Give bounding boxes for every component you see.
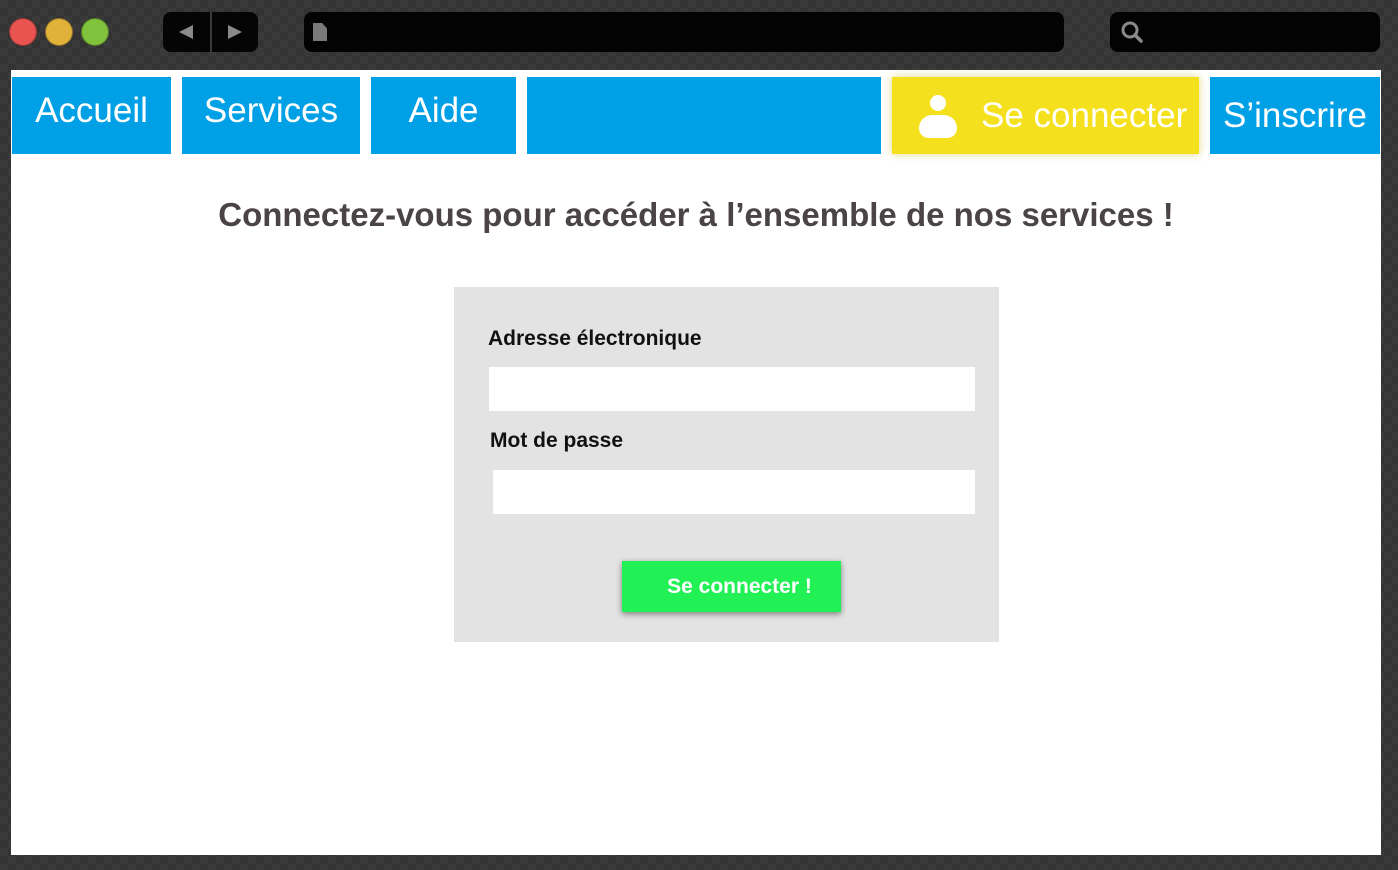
page-viewport: Accueil Services Aide Se connecter S’ins…	[11, 70, 1381, 855]
nav-tab-signup[interactable]: S’inscrire	[1210, 77, 1380, 154]
close-window-button[interactable]	[9, 18, 37, 46]
minimize-window-button[interactable]	[45, 18, 73, 46]
history-nav-buttons	[163, 12, 258, 52]
forward-button[interactable]	[212, 12, 259, 52]
nav-spacer	[527, 77, 881, 154]
address-bar[interactable]	[304, 12, 1064, 52]
nav-tab-help[interactable]: Aide	[371, 77, 516, 154]
forward-arrow-icon	[227, 25, 242, 39]
nav-tab-services-label: Services	[203, 90, 339, 130]
nav-tab-help-label: Aide	[408, 90, 479, 130]
password-field[interactable]	[493, 470, 975, 514]
email-label: Adresse électronique	[488, 327, 702, 350]
login-form: Adresse électronique Mot de passe Se con…	[454, 287, 999, 642]
nav-tab-signup-label: S’inscrire	[1223, 95, 1367, 135]
maximize-window-button[interactable]	[81, 18, 109, 46]
user-icon	[918, 93, 958, 138]
nav-tab-home-label: Accueil	[35, 90, 148, 130]
search-icon	[1121, 21, 1143, 43]
nav-tab-login[interactable]: Se connecter	[892, 77, 1199, 154]
password-label: Mot de passe	[490, 429, 624, 452]
login-submit-button[interactable]: Se connecter !	[622, 561, 841, 612]
nav-tab-home[interactable]: Accueil	[12, 77, 171, 154]
back-arrow-icon	[179, 25, 194, 39]
email-field[interactable]	[489, 367, 975, 411]
nav-tab-services[interactable]: Services	[182, 77, 360, 154]
nav-tab-login-label: Se connecter	[981, 95, 1188, 135]
back-button[interactable]	[163, 12, 210, 52]
page-title: Connectez-vous pour accéder à l’ensemble…	[218, 196, 1174, 233]
browser-search-bar[interactable]	[1110, 12, 1380, 52]
document-icon	[313, 23, 327, 41]
